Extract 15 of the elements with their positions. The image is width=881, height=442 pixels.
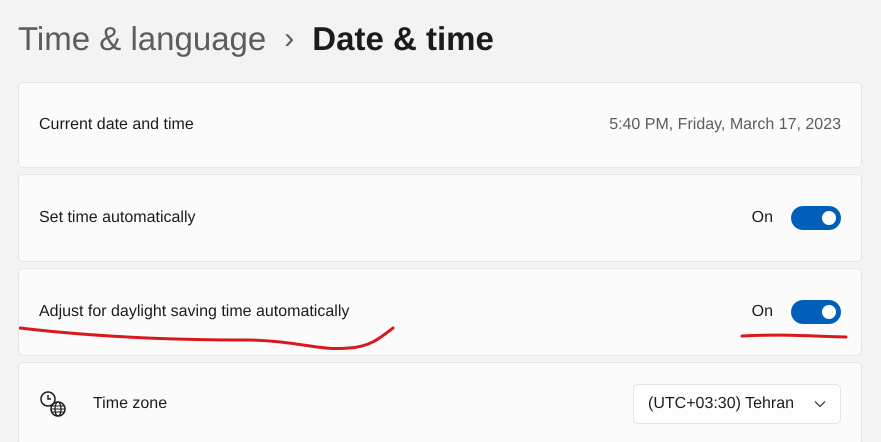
setting-label: Adjust for daylight saving time automatically: [39, 303, 350, 321]
clock-globe-icon: [39, 390, 67, 418]
toggle-state-text: On: [752, 303, 773, 321]
time-zone-dropdown[interactable]: (UTC+03:30) Tehran: [633, 384, 841, 424]
date-time-value: 5:40 PM, Friday, March 17, 2023: [609, 116, 841, 134]
page-title: Date & time: [312, 20, 494, 58]
toggle-state-text: On: [752, 209, 773, 227]
breadcrumb-parent[interactable]: Time & language: [18, 20, 266, 58]
setting-label: Time zone: [93, 395, 168, 413]
chevron-down-icon: [814, 400, 826, 408]
toggle-switch[interactable]: [791, 206, 841, 230]
toggle-switch[interactable]: [791, 300, 841, 324]
setting-label: Current date and time: [39, 116, 194, 134]
setting-label: Set time automatically: [39, 209, 196, 227]
breadcrumb-separator: ›: [284, 22, 294, 56]
